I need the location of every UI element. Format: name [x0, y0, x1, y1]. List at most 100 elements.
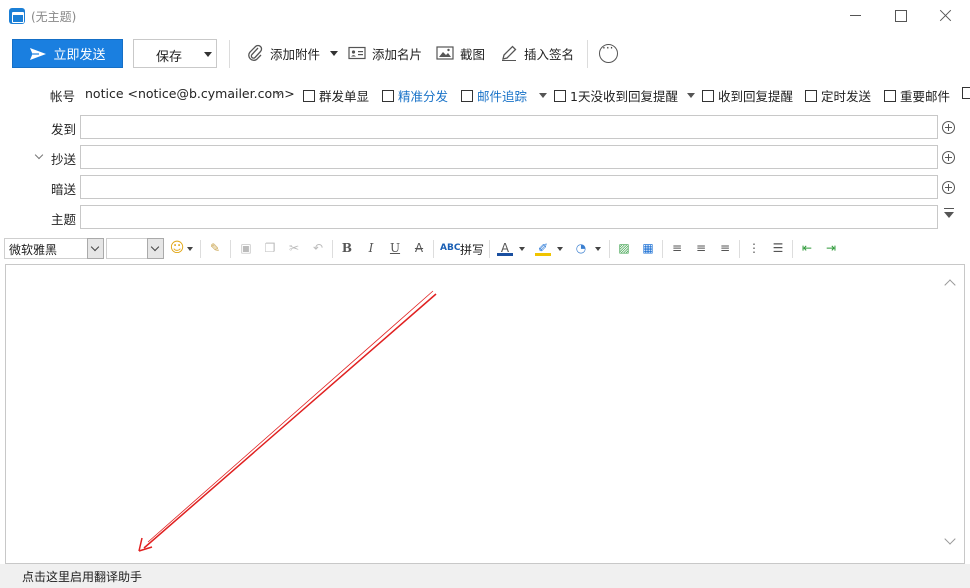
- option-single-display[interactable]: 群发单显: [303, 86, 369, 105]
- attachment-dropdown-icon[interactable]: [330, 50, 339, 56]
- format-painter-icon[interactable]: ✎: [207, 240, 223, 256]
- align-right-icon[interactable]: ≡: [717, 240, 733, 256]
- outdent-icon[interactable]: ⇤: [799, 240, 815, 256]
- format-divider: [332, 240, 333, 258]
- tracking-dropdown-icon[interactable]: [539, 93, 547, 98]
- checkbox-icon[interactable]: [702, 89, 714, 102]
- font-size-select[interactable]: [106, 238, 164, 259]
- add-bcc-icon[interactable]: [942, 181, 955, 194]
- compose-window: (无主题) 立即发送 保存 添加附件 添加名片 截图 插入签名 ··· 帐号 n…: [0, 0, 970, 588]
- option-label: 收到回复提醒: [718, 89, 794, 104]
- bcc-input[interactable]: [80, 175, 938, 199]
- cc-row: 抄送: [0, 144, 970, 170]
- option-reply-reminder[interactable]: 收到回复提醒: [702, 86, 793, 105]
- bullet-list-icon[interactable]: ☰: [770, 240, 786, 256]
- insert-signature-label: 插入签名: [524, 46, 575, 62]
- paperclip-icon: [248, 44, 263, 61]
- option-scheduled-send[interactable]: 定时发送: [805, 86, 871, 105]
- font-color-dropdown-icon[interactable]: [519, 247, 525, 251]
- spell-check-label[interactable]: 拼写: [460, 241, 484, 258]
- font-family-dropdown-icon[interactable]: [87, 238, 104, 259]
- emoji-icon[interactable]: ☺: [169, 240, 185, 256]
- copy-icon[interactable]: ❐: [262, 240, 278, 256]
- emoji-dropdown-icon[interactable]: [187, 247, 193, 251]
- minimize-button[interactable]: [832, 0, 878, 32]
- add-attachment-label: 添加附件: [270, 46, 321, 62]
- subject-label: 主题: [51, 212, 77, 227]
- expand-chevron-icon[interactable]: [34, 150, 44, 160]
- checkbox-icon[interactable]: [461, 89, 473, 102]
- add-cc-icon[interactable]: [942, 151, 955, 164]
- option-mail-tracking[interactable]: 邮件追踪: [461, 86, 527, 105]
- option-precise-distribution[interactable]: 精准分发: [382, 86, 448, 105]
- option-label: 精准分发: [398, 89, 449, 104]
- more-options-icon[interactable]: [599, 41, 618, 63]
- checkbox-icon[interactable]: [884, 89, 896, 102]
- numbered-list-icon[interactable]: ⋮: [746, 240, 762, 256]
- subject-input[interactable]: [80, 205, 938, 229]
- checkbox-icon[interactable]: [303, 89, 315, 102]
- background-color-dropdown-icon[interactable]: [595, 247, 601, 251]
- format-divider: [489, 240, 490, 258]
- font-color-icon[interactable]: A: [497, 240, 513, 256]
- cc-input[interactable]: [80, 145, 938, 169]
- background-color-icon[interactable]: ◔: [573, 240, 589, 256]
- to-input[interactable]: [80, 115, 938, 139]
- add-attachment-button[interactable]: 添加附件: [246, 40, 339, 66]
- insert-signature-button[interactable]: 插入签名: [500, 40, 574, 66]
- option-important-mail[interactable]: 重要邮件: [884, 86, 950, 105]
- send-now-button[interactable]: 立即发送: [12, 39, 123, 68]
- indent-icon[interactable]: ⇥: [823, 240, 839, 256]
- insert-image-icon[interactable]: ▨: [616, 240, 632, 256]
- format-divider: [662, 240, 663, 258]
- insert-table-icon[interactable]: ▦: [640, 240, 656, 256]
- screenshot-icon: [436, 46, 454, 60]
- close-button[interactable]: [922, 0, 968, 32]
- font-size-dropdown-icon[interactable]: [147, 238, 164, 259]
- align-center-icon[interactable]: ≡: [693, 240, 709, 256]
- format-divider: [609, 240, 610, 258]
- title-bar: (无主题): [0, 0, 970, 32]
- highlight-color-icon[interactable]: ✐: [535, 240, 551, 256]
- checkbox-icon[interactable]: [962, 87, 970, 99]
- strikethrough-icon[interactable]: A: [411, 240, 427, 256]
- screenshot-button[interactable]: 截图: [436, 40, 485, 66]
- option-no-reply-reminder[interactable]: 1天没收到回复提醒: [554, 86, 678, 105]
- bcc-row: 暗送: [0, 174, 970, 200]
- screenshot-label: 截图: [460, 46, 486, 62]
- to-label: 发到: [51, 122, 77, 137]
- underline-icon[interactable]: U: [387, 240, 403, 256]
- bold-icon[interactable]: B: [339, 240, 355, 256]
- subject-row: 主题: [0, 204, 970, 230]
- account-label: 帐号: [50, 89, 76, 104]
- checkbox-icon[interactable]: [554, 89, 566, 102]
- maximize-button[interactable]: [877, 0, 923, 32]
- format-divider: [792, 240, 793, 258]
- subject-history-dropdown-icon[interactable]: [944, 208, 954, 218]
- undo-icon[interactable]: ↶: [310, 240, 326, 256]
- paste-icon[interactable]: ▣: [238, 240, 254, 256]
- account-select[interactable]: notice <notice@b.cymailer.com>: [85, 86, 295, 101]
- save-label: 保存: [156, 50, 183, 65]
- save-button[interactable]: 保存: [133, 39, 217, 68]
- save-dropdown-icon[interactable]: [204, 52, 212, 57]
- send-icon: [30, 47, 47, 60]
- font-family-select[interactable]: 微软雅黑: [4, 238, 104, 259]
- italic-icon[interactable]: I: [363, 240, 379, 256]
- message-body-editor[interactable]: [5, 264, 965, 564]
- checkbox-icon[interactable]: [382, 89, 394, 102]
- translate-assistant-link[interactable]: 点击这里启用翻译助手: [22, 568, 142, 585]
- reminder-dropdown-icon[interactable]: [687, 93, 695, 98]
- to-row: 发到: [0, 114, 970, 140]
- cut-icon[interactable]: ✂: [286, 240, 302, 256]
- spell-check-icon[interactable]: ABC: [440, 240, 460, 256]
- option-label: 群发单显: [319, 89, 370, 104]
- align-left-icon[interactable]: ≡: [669, 240, 685, 256]
- window-title: (无主题): [31, 10, 77, 24]
- highlight-dropdown-icon[interactable]: [557, 247, 563, 251]
- toolbar-divider: [229, 40, 230, 68]
- add-recipient-icon[interactable]: [942, 121, 955, 134]
- add-card-button[interactable]: 添加名片: [348, 40, 422, 66]
- format-divider: [739, 240, 740, 258]
- checkbox-icon[interactable]: [805, 89, 817, 102]
